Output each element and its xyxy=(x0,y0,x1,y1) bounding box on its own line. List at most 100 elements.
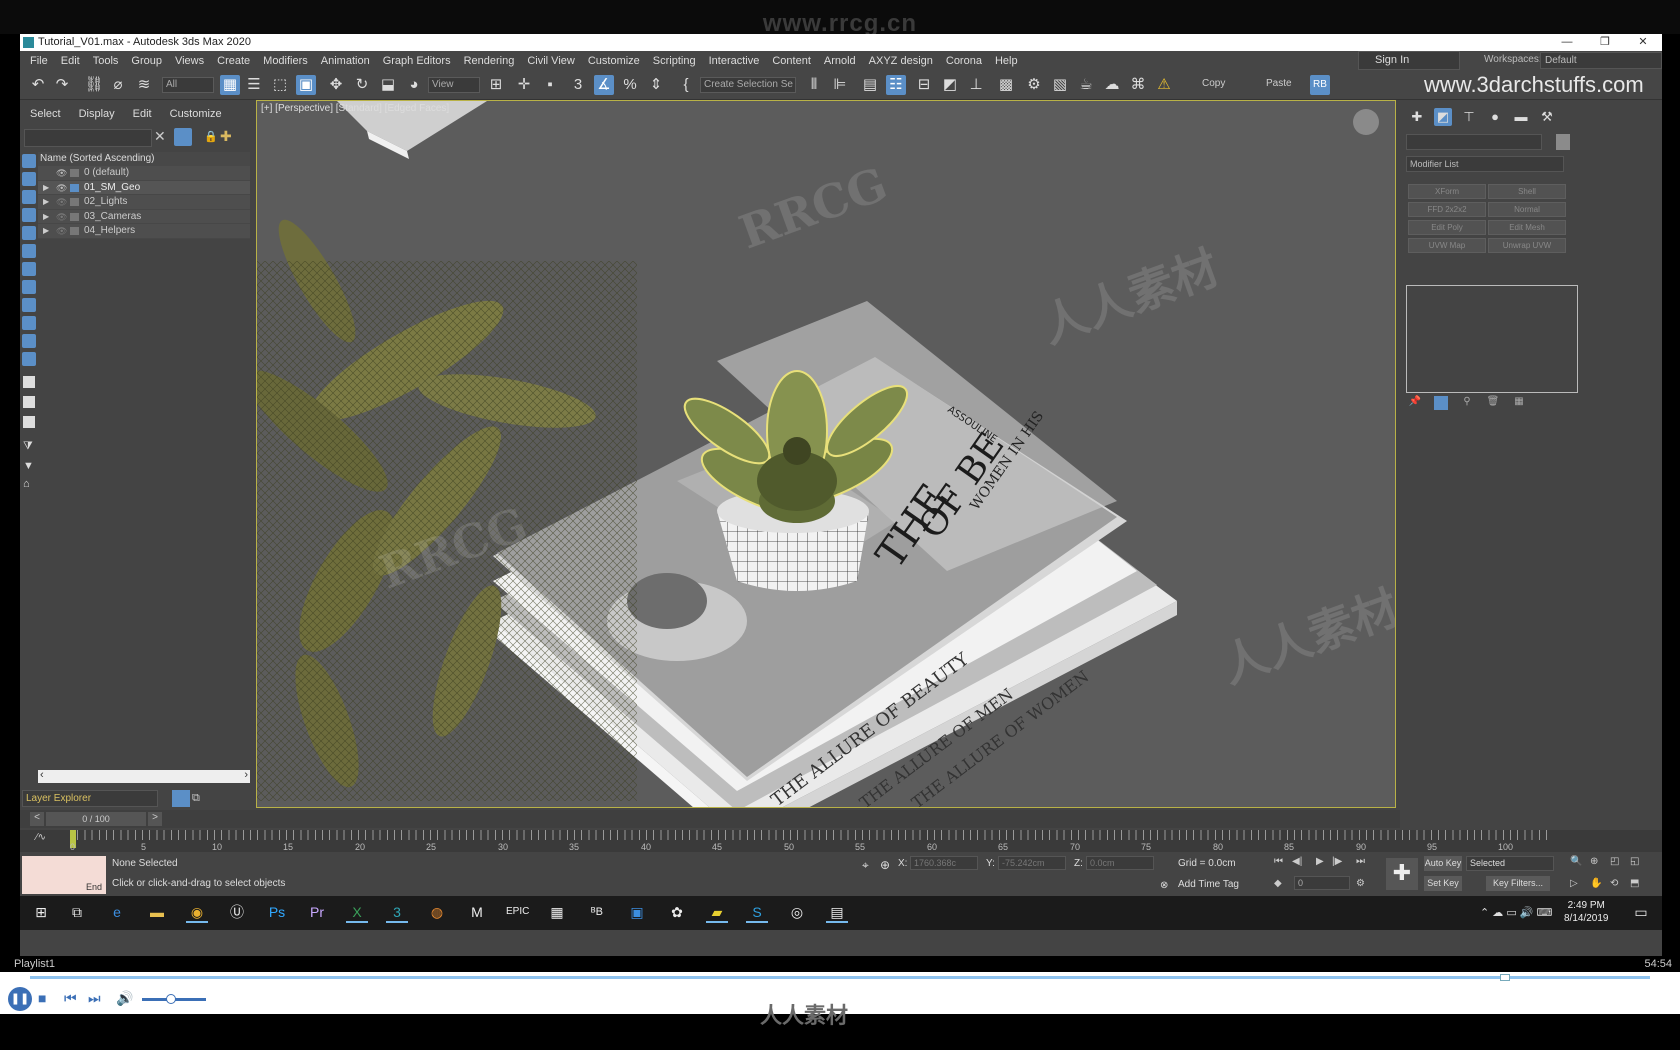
modifier-button[interactable]: UVW Map xyxy=(1408,238,1486,253)
menu-rendering[interactable]: Rendering xyxy=(464,55,524,67)
3dsmax-taskbar-icon[interactable]: 3 xyxy=(386,901,408,923)
display-invert-icon[interactable] xyxy=(23,416,35,428)
x-coordinate-field[interactable]: 1760.368c xyxy=(910,856,978,870)
epic-games-icon[interactable]: EPIC xyxy=(506,901,529,923)
display-helpers-icon[interactable] xyxy=(22,226,36,240)
layer-row[interactable]: ▶ 👁 02_Lights xyxy=(38,195,250,210)
toggle-ribbon-icon[interactable]: ⊟ xyxy=(914,75,934,95)
blender-icon[interactable]: ◍ xyxy=(426,901,448,923)
object-color-swatch[interactable] xyxy=(1556,134,1570,150)
mirror-icon[interactable]: ⫴ xyxy=(804,75,824,95)
time-tag-icon[interactable]: ⊗ xyxy=(1160,880,1168,891)
align-icon[interactable]: ⊫ xyxy=(830,75,850,95)
display-xrefs-icon[interactable] xyxy=(22,280,36,294)
file-explorer-icon[interactable]: ▬ xyxy=(146,901,168,923)
make-unique-icon[interactable]: ⚲ xyxy=(1460,396,1474,410)
rendered-frame-window-icon[interactable]: ▧ xyxy=(1050,75,1070,95)
layer-row[interactable]: ▶ 👁 03_Cameras xyxy=(38,209,250,224)
notifications-icon[interactable]: ▭ xyxy=(1630,901,1652,923)
render-production-icon[interactable]: ☕ xyxy=(1076,75,1096,95)
zoom-extents-icon[interactable]: ◰ xyxy=(1610,856,1619,867)
layer-row[interactable]: ▶ 👁 01_SM_Geo xyxy=(38,180,250,195)
percent-snap-icon[interactable]: % xyxy=(620,75,640,95)
scale-icon[interactable]: ⬓ xyxy=(378,75,398,95)
selection-filter-dropdown[interactable]: All xyxy=(162,77,214,93)
seek-bar[interactable] xyxy=(0,972,1680,984)
select-manipulate-icon[interactable]: ✛ xyxy=(514,75,534,95)
task-view-icon[interactable]: ⧉ xyxy=(66,901,88,923)
pause-icon[interactable]: ❚❚ xyxy=(8,987,32,1011)
redo-icon[interactable]: ↷ xyxy=(52,75,72,95)
volume-icon[interactable]: 🔊 xyxy=(116,990,133,1007)
modifier-button[interactable]: Shell xyxy=(1488,184,1566,199)
explorer-type-dropdown[interactable]: Layer Explorer xyxy=(22,790,158,807)
toggle-scene-explorer-icon[interactable]: ▤ xyxy=(860,75,880,95)
modifier-button[interactable]: FFD 2x2x2 xyxy=(1408,202,1486,217)
named-selection-dropdown[interactable]: Create Selection Se xyxy=(700,77,796,93)
schematic-view-icon[interactable]: ⊥ xyxy=(966,75,986,95)
time-next-icon[interactable]: > xyxy=(148,812,162,826)
bridge-icon[interactable]: ᴮB xyxy=(586,901,608,923)
pan-icon[interactable]: ✋ xyxy=(1590,878,1602,889)
material-editor-icon[interactable]: ▩ xyxy=(996,75,1016,95)
maximize-viewport-icon[interactable]: ⬒ xyxy=(1630,878,1639,889)
obs-icon[interactable]: ◎ xyxy=(786,901,808,923)
menu-create[interactable]: Create xyxy=(217,55,259,67)
modify-tab-icon[interactable]: ◩ xyxy=(1434,108,1452,126)
link-icon[interactable]: ⛓ xyxy=(84,75,104,95)
play-icon[interactable]: ▶ xyxy=(1316,856,1324,867)
explorer-horizontal-scrollbar[interactable]: ‹ › xyxy=(38,769,250,783)
menu-edit[interactable]: Edit xyxy=(61,55,89,67)
unreal-engine-icon[interactable]: Ⓤ xyxy=(226,901,248,923)
eye-icon[interactable]: 👁 xyxy=(56,195,67,209)
go-to-start-icon[interactable]: ⏮ xyxy=(1274,856,1283,867)
menu-arnold[interactable]: Arnold xyxy=(824,55,865,67)
next-icon[interactable]: ⏭ xyxy=(88,990,101,1007)
display-lights-icon[interactable] xyxy=(22,190,36,204)
object-name-field[interactable] xyxy=(1406,134,1542,150)
menu-corona[interactable]: Corona xyxy=(946,55,991,67)
selection-lock-icon[interactable]: ⊕ xyxy=(880,858,890,872)
expand-arrow-icon[interactable]: ▶ xyxy=(43,195,49,209)
display-spacewarps-icon[interactable] xyxy=(22,244,36,258)
zoom-icon[interactable]: 🔍 xyxy=(1570,856,1582,867)
previous-frame-icon[interactable]: ◀| xyxy=(1292,856,1302,867)
photoshop-icon[interactable]: Ps xyxy=(266,901,288,923)
skype-icon[interactable]: S xyxy=(746,901,768,923)
explorer-search-input[interactable] xyxy=(24,129,152,147)
chrome-icon[interactable]: ◉ xyxy=(186,901,208,923)
premiere-icon[interactable]: Pr xyxy=(306,901,328,923)
add-layer-icon[interactable]: ✚ xyxy=(220,128,232,145)
sort-by-layer-icon[interactable]: ⧉ xyxy=(192,792,200,805)
curve-editor-icon[interactable]: ◩ xyxy=(940,75,960,95)
filter-icon[interactable] xyxy=(174,128,192,146)
zoom-extents-all-icon[interactable]: ◱ xyxy=(1630,856,1639,867)
spinner-snap-icon[interactable]: ⇕ xyxy=(646,75,666,95)
rotate-icon[interactable]: ↻ xyxy=(352,75,372,95)
hierarchy-icon[interactable]: ⌂ xyxy=(23,478,35,490)
menu-tools[interactable]: Tools xyxy=(93,55,128,67)
mixer-icon[interactable]: M xyxy=(466,901,488,923)
menu-axyz-design[interactable]: AXYZ design xyxy=(869,55,942,67)
create-tab-icon[interactable]: ✚ xyxy=(1408,108,1426,126)
restore-button[interactable]: ❐ xyxy=(1586,34,1624,51)
display-tab-icon[interactable]: ▬ xyxy=(1512,108,1530,126)
set-key-button[interactable]: Set Key xyxy=(1424,876,1462,891)
window-crossing-icon[interactable]: ▣ xyxy=(296,75,316,95)
isolate-selection-icon[interactable]: ⌖ xyxy=(862,858,869,873)
bind-spacewarp-icon[interactable]: ≋ xyxy=(134,75,154,95)
time-configuration-icon[interactable]: ⚙ xyxy=(1356,878,1365,889)
layer-row[interactable]: ▶ 👁 04_Helpers xyxy=(38,224,250,239)
remote-app-icon[interactable]: ▣ xyxy=(626,901,648,923)
warning-icon[interactable]: ⚠ xyxy=(1154,75,1174,95)
clear-search-icon[interactable]: ✕ xyxy=(154,128,166,145)
menu-customize[interactable]: Customize xyxy=(588,55,649,67)
track-bar[interactable]: ⁄∿ 0 5 10 15 20 25 30 35 40 45 50 55 60 … xyxy=(20,830,1662,852)
hierarchy-tab-icon[interactable]: ⊤ xyxy=(1460,108,1478,126)
scroll-left-icon[interactable]: ‹ xyxy=(40,769,44,781)
excel-icon[interactable]: X xyxy=(346,901,368,923)
place-icon[interactable]: ◕ xyxy=(404,75,424,95)
davinci-icon[interactable]: ✿ xyxy=(666,901,688,923)
column-header-name[interactable]: Name (Sorted Ascending) xyxy=(38,152,250,166)
railclone-icon[interactable]: RB xyxy=(1310,75,1330,95)
